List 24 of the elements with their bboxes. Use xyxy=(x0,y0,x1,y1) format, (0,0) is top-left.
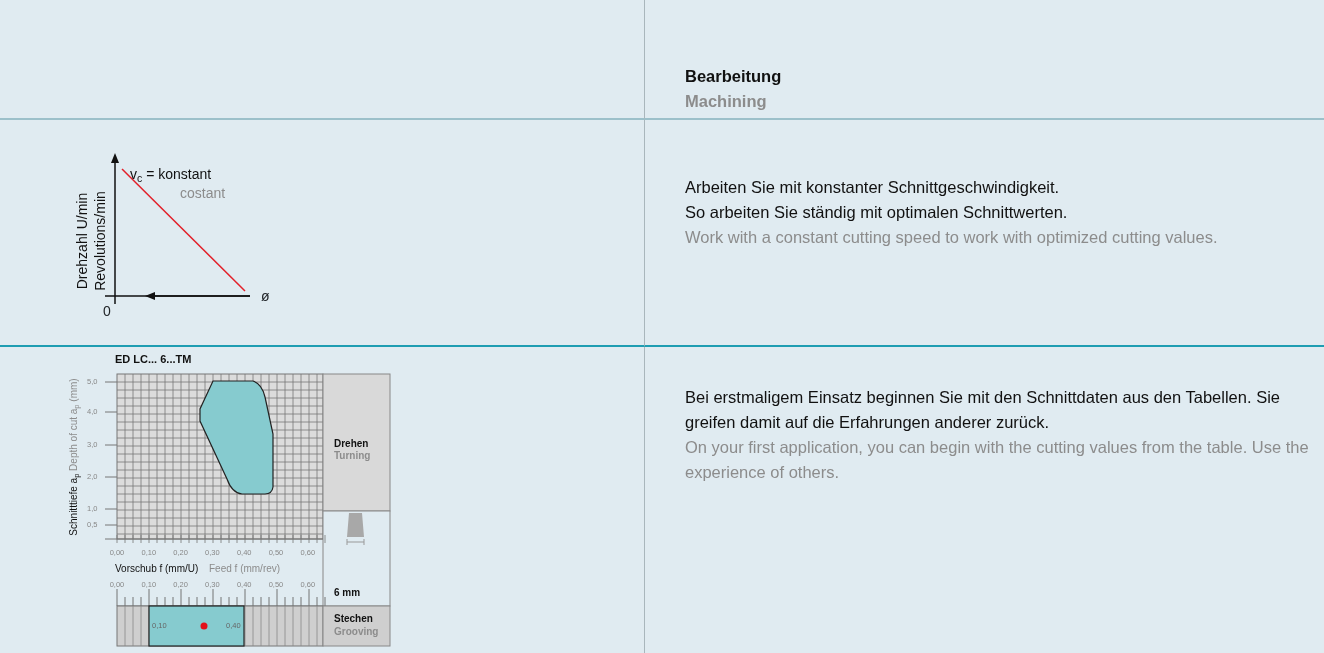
translation-text: Work with a constant cutting speed to work with optimized cutting values. xyxy=(685,227,1219,248)
section-heading: Bearbeitung xyxy=(685,66,783,87)
axis-label: Revolutions/min xyxy=(93,191,107,291)
axis-label: Vorschub f (mm/U) xyxy=(115,564,199,574)
panel-label: Grooving xyxy=(334,627,379,637)
formula-label: costant xyxy=(180,186,226,200)
panel-label: Turning xyxy=(334,451,371,461)
grooving-panel xyxy=(322,605,391,647)
description-text: Bei erstmaligem Einsatz beginnen Sie mit den Schnittdaten aus den Tabellen. Sie greifen damit auf die Erfahrungen anderer zurück. xyxy=(685,387,1281,433)
formula-label: v$_{c}$ = konstant xyxy=(130,167,212,181)
axis-label: ø xyxy=(261,289,270,303)
panel-label: Drehen xyxy=(334,439,369,449)
axis-label: Drehzahl U/min xyxy=(75,192,89,290)
description-text: So arbeiten Sie ständig mit optimalen Schnittwerten. xyxy=(685,202,1069,223)
origin-label: 0 xyxy=(103,304,111,318)
diagram-title: ED LC... 6...TM xyxy=(115,354,192,365)
section-subheading: Machining xyxy=(685,91,768,112)
translation-text: On your first application, you can begin with the cutting values from the table. Use the experience of others. xyxy=(685,437,1310,483)
marker-dot xyxy=(200,622,208,630)
panel-label: Stechen xyxy=(334,614,373,624)
axis-label: Feed f (mm/rev) xyxy=(209,564,281,574)
description-text: Arbeiten Sie mit konstanter Schnittgeschwindigkeit. xyxy=(685,177,1061,198)
tool-width-label: 6 mm xyxy=(334,588,361,598)
tool-icon xyxy=(346,513,365,546)
